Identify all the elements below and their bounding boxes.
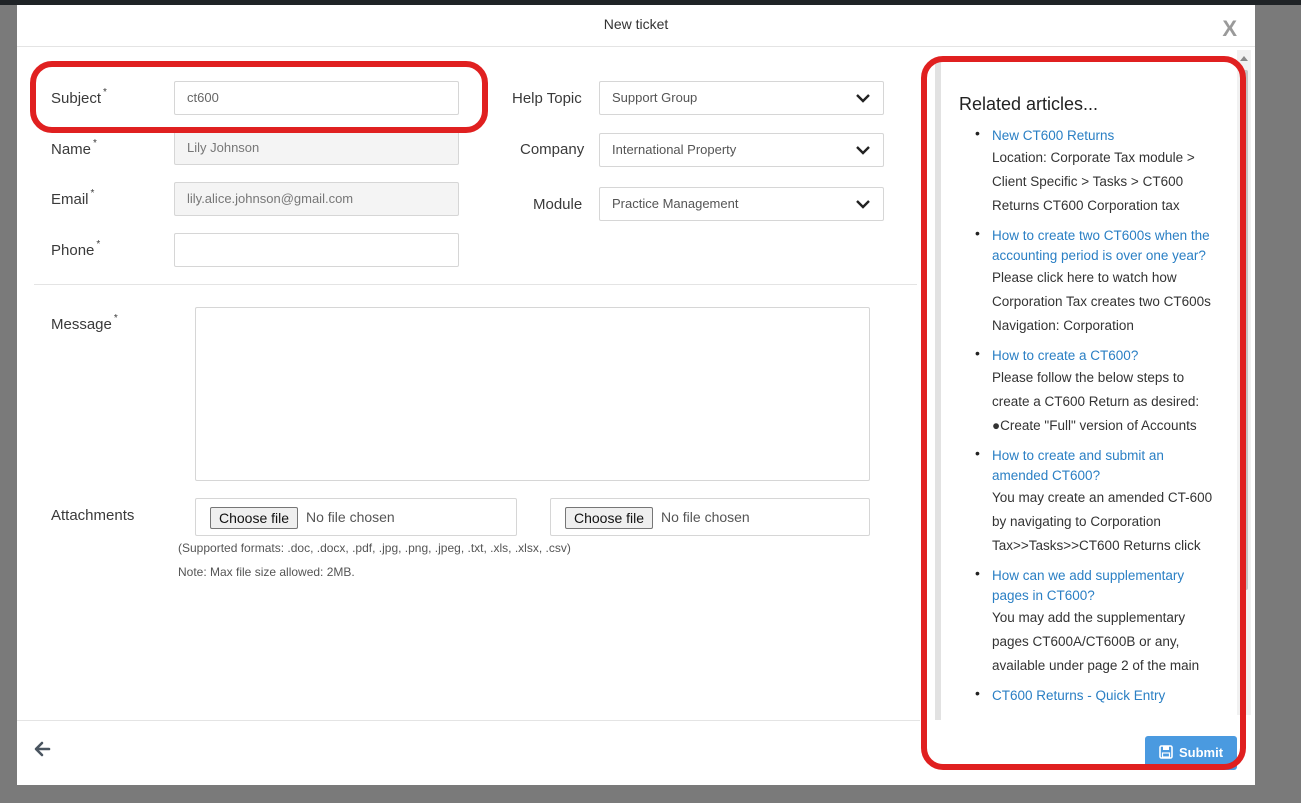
chevron-down-icon [856,146,870,155]
company-label: Company [520,141,585,158]
module-select[interactable]: Practice Management [599,187,884,221]
email-input[interactable]: lily.alice.johnson@gmail.com [174,182,459,216]
file-input-1[interactable]: Choose file No file chosen [195,498,517,536]
no-file-text: No file chosen [306,509,395,525]
no-file-text: No file chosen [661,509,750,525]
chevron-down-icon [856,94,870,103]
scroll-up-icon[interactable] [1240,56,1248,61]
close-icon[interactable]: X [1222,10,1237,48]
name-label: Name * [51,138,97,158]
footer-divider [17,720,920,721]
subject-highlight-box [30,61,488,133]
module-label: Module [533,196,583,213]
related-articles-highlight-box [921,56,1246,770]
help-topic-select[interactable]: Support Group [599,81,884,115]
company-value: International Property [612,142,737,157]
email-label: Email * [51,188,95,208]
phone-input[interactable] [174,233,459,267]
back-arrow-icon[interactable] [33,740,51,758]
help-topic-value: Support Group [612,90,698,105]
company-select[interactable]: International Property [599,133,884,167]
supported-formats-note: (Supported formats: .doc, .docx, .pdf, .… [178,541,571,555]
message-textarea[interactable] [195,307,870,481]
phone-label: Phone * [51,239,101,259]
choose-file-button[interactable]: Choose file [210,507,299,529]
module-value: Practice Management [612,196,739,211]
modal-header: New ticket X [17,5,1255,47]
modal-title: New ticket [603,16,669,32]
help-topic-label: Help Topic [512,90,582,107]
form-divider [34,284,917,285]
choose-file-button[interactable]: Choose file [565,507,654,529]
max-size-note: Note: Max file size allowed: 2MB. [178,565,355,579]
file-input-2[interactable]: Choose file No file chosen [550,498,870,536]
attachments-label: Attachments [51,507,135,524]
message-label: Message * [51,313,118,333]
name-input[interactable]: Lily Johnson [174,131,459,165]
chevron-down-icon [856,200,870,209]
